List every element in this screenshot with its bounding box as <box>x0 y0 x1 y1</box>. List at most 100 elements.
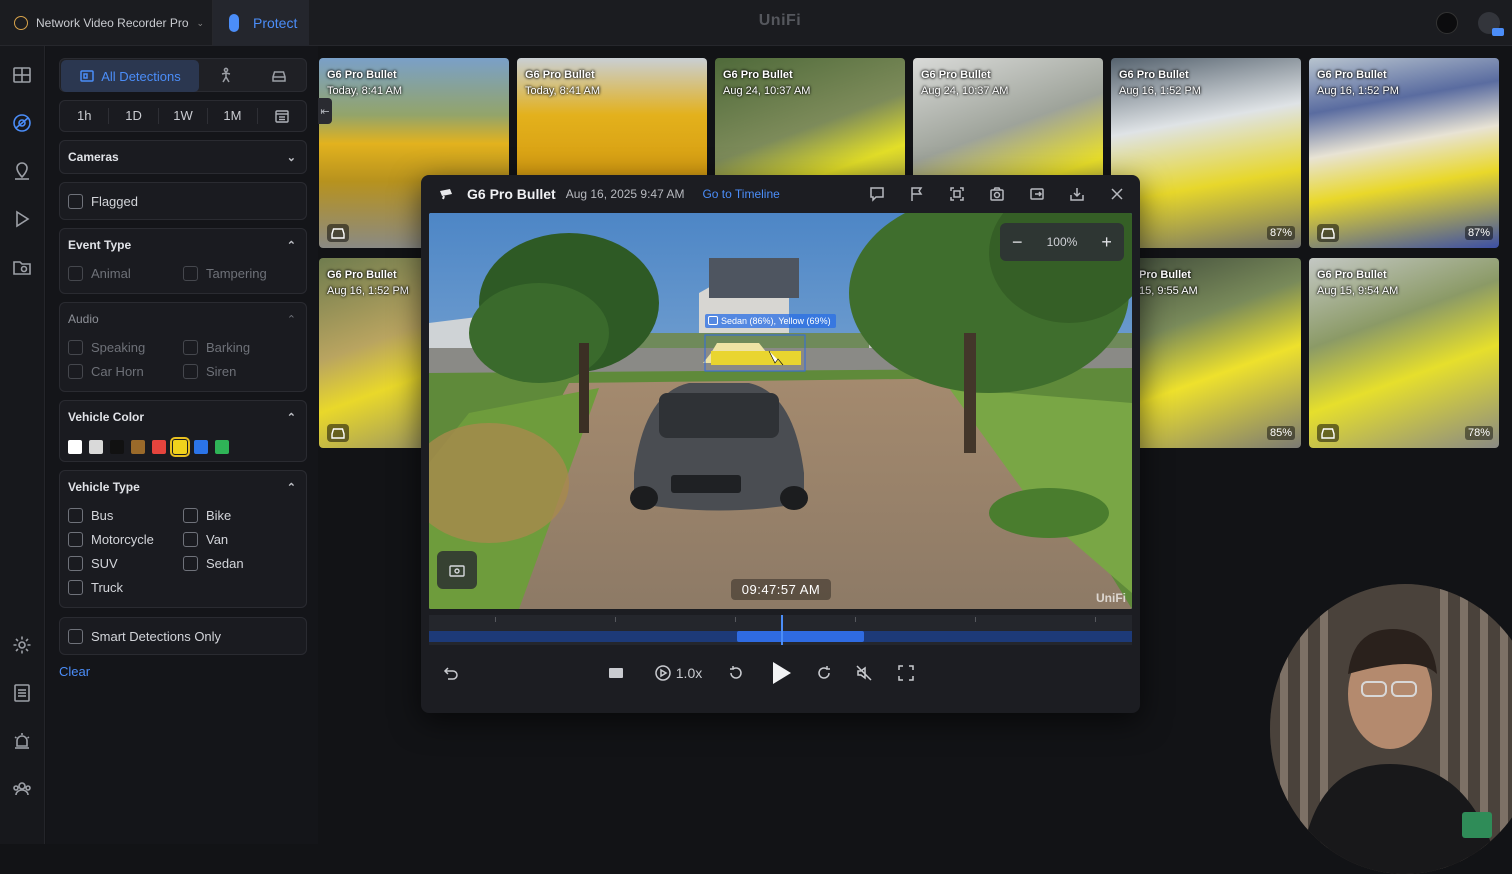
color-swatch[interactable] <box>68 440 82 454</box>
export-icon[interactable] <box>1028 185 1046 203</box>
vehicle-color-header[interactable]: Vehicle Color ⌃ <box>60 401 306 433</box>
vehicle-color-section: Vehicle Color ⌃ <box>59 400 307 462</box>
scan-icon[interactable] <box>948 185 966 203</box>
playback-speed-button[interactable]: 1.0x <box>651 661 705 685</box>
audio-header[interactable]: Audio ⌃ <box>60 303 306 335</box>
color-swatch[interactable] <box>170 437 190 457</box>
range-1d[interactable]: 1D <box>109 108 159 124</box>
range-1h[interactable]: 1h <box>60 108 110 124</box>
auto-quality-icon[interactable] <box>605 661 627 685</box>
mute-icon[interactable] <box>853 661 875 685</box>
color-swatch[interactable] <box>131 440 145 454</box>
play-button[interactable] <box>771 661 793 685</box>
fullscreen-icon[interactable] <box>895 661 917 685</box>
tab-all-detections[interactable]: All Detections <box>61 60 199 92</box>
color-swatch[interactable] <box>110 440 124 454</box>
tile-camera: G6 Pro Bullet <box>525 69 595 81</box>
grid-icon[interactable] <box>11 64 33 86</box>
map-icon[interactable] <box>11 160 33 182</box>
barking-checkbox[interactable]: Barking <box>183 339 298 355</box>
bus-checkbox[interactable]: Bus <box>68 507 183 523</box>
option-label: Van <box>206 531 229 547</box>
download-icon[interactable] <box>1068 185 1086 203</box>
vehicle-icon <box>1317 224 1339 242</box>
checkbox-icon <box>68 339 83 355</box>
motorcycle-checkbox[interactable]: Motorcycle <box>68 531 183 547</box>
alarm-icon[interactable] <box>11 730 33 752</box>
avatar[interactable] <box>1478 12 1504 36</box>
checkbox-icon <box>68 507 83 523</box>
comment-icon[interactable] <box>868 185 886 203</box>
sedan-checkbox[interactable]: Sedan <box>183 555 298 571</box>
tile-camera: G6 Pro Bullet <box>723 69 793 81</box>
animal-checkbox[interactable]: Animal <box>68 265 183 281</box>
protect-app-tab[interactable]: Protect <box>213 0 309 46</box>
tampering-checkbox[interactable]: Tampering <box>183 265 298 281</box>
color-swatch[interactable] <box>194 440 208 454</box>
chevron-down-icon: ⌄ <box>286 151 296 164</box>
detection-tile[interactable]: G6 Pro Bullet Aug 15, 9:54 AM 78% <box>1309 258 1499 448</box>
rewind-10-icon[interactable] <box>725 661 747 685</box>
camera-switch-button[interactable] <box>437 551 477 589</box>
status-icon[interactable] <box>1436 12 1458 34</box>
app-switcher[interactable]: Network Video Recorder Pro ⌄ <box>0 0 213 46</box>
event-type-header[interactable]: Event Type ⌃ <box>60 229 306 261</box>
speaking-checkbox[interactable]: Speaking <box>68 339 183 355</box>
close-icon[interactable] <box>1108 185 1126 203</box>
modal-camera-name: G6 Pro Bullet <box>467 186 556 202</box>
detections-icon[interactable] <box>11 112 33 134</box>
detection-tile[interactable]: G6 Pro Bullet Aug 16, 1:52 PM 87% <box>1309 58 1499 248</box>
car-horn-checkbox[interactable]: Car Horn <box>68 363 183 379</box>
tab-vehicle[interactable] <box>252 59 306 91</box>
playback-modal: G6 Pro Bullet Aug 16, 2025 9:47 AM Go to… <box>421 175 1140 713</box>
tile-time: Aug 16, 1:52 PM <box>1119 85 1201 97</box>
users-icon[interactable] <box>11 778 33 800</box>
tab-person[interactable] <box>200 59 252 91</box>
vehicle-type-header[interactable]: Vehicle Type ⌃ <box>60 471 306 503</box>
tile-time: Aug 15, 9:54 AM <box>1317 285 1399 297</box>
van-checkbox[interactable]: Van <box>183 531 298 547</box>
option-label: Car Horn <box>91 363 144 379</box>
folder-camera-icon[interactable] <box>11 256 33 278</box>
bike-checkbox[interactable]: Bike <box>183 507 298 523</box>
calendar-button[interactable] <box>258 108 306 125</box>
undo-icon[interactable] <box>439 661 461 685</box>
flagged-checkbox[interactable]: Flagged <box>68 193 268 209</box>
video-player[interactable]: − 100% + Sedan (86%), Yellow (69%) 09:47… <box>429 213 1132 609</box>
arrow-left-icon: ⇤ <box>320 105 330 118</box>
tile-time: Aug 16, 1:52 PM <box>1317 85 1399 97</box>
suv-checkbox[interactable]: SUV <box>68 555 183 571</box>
zoom-out-icon[interactable]: − <box>1012 232 1023 253</box>
siren-checkbox[interactable]: Siren <box>183 363 298 379</box>
list-icon[interactable] <box>11 682 33 704</box>
clear-filters-link[interactable]: Clear <box>59 664 90 679</box>
snapshot-icon[interactable] <box>988 185 1006 203</box>
playback-controls: 1.0x <box>421 653 1140 693</box>
tile-time: 15, 9:55 AM <box>1139 285 1198 297</box>
corner-widget-button[interactable] <box>1462 812 1492 838</box>
timeline-scrubber[interactable] <box>429 615 1132 645</box>
color-swatch[interactable] <box>152 440 166 454</box>
smart-detections-checkbox[interactable]: Smart Detections Only <box>68 628 288 644</box>
camera-icon <box>229 14 239 32</box>
play-icon[interactable] <box>11 208 33 230</box>
gear-icon[interactable] <box>11 634 33 656</box>
flagged-filter: Flagged <box>59 182 307 220</box>
range-1m[interactable]: 1M <box>208 108 258 124</box>
color-swatch[interactable] <box>215 440 229 454</box>
truck-checkbox[interactable]: Truck <box>68 579 184 595</box>
range-1w[interactable]: 1W <box>159 108 209 124</box>
vehicle-icon <box>271 67 287 83</box>
cameras-dropdown[interactable]: Cameras ⌄ <box>59 140 307 174</box>
timeline-event-segment[interactable] <box>737 631 864 642</box>
collapse-panel-button[interactable]: ⇤ <box>318 98 332 124</box>
option-label: Motorcycle <box>91 531 154 547</box>
checkbox-icon <box>68 265 83 281</box>
color-swatch[interactable] <box>89 440 103 454</box>
flag-icon[interactable] <box>908 185 926 203</box>
zoom-in-icon[interactable]: + <box>1101 232 1112 253</box>
forward-10-icon[interactable] <box>813 661 835 685</box>
go-to-timeline-link[interactable]: Go to Timeline <box>702 187 779 201</box>
timeline-playhead[interactable] <box>781 615 783 645</box>
tile-caption: G6 Pro Bullet Today, 8:41 AM <box>525 67 600 99</box>
